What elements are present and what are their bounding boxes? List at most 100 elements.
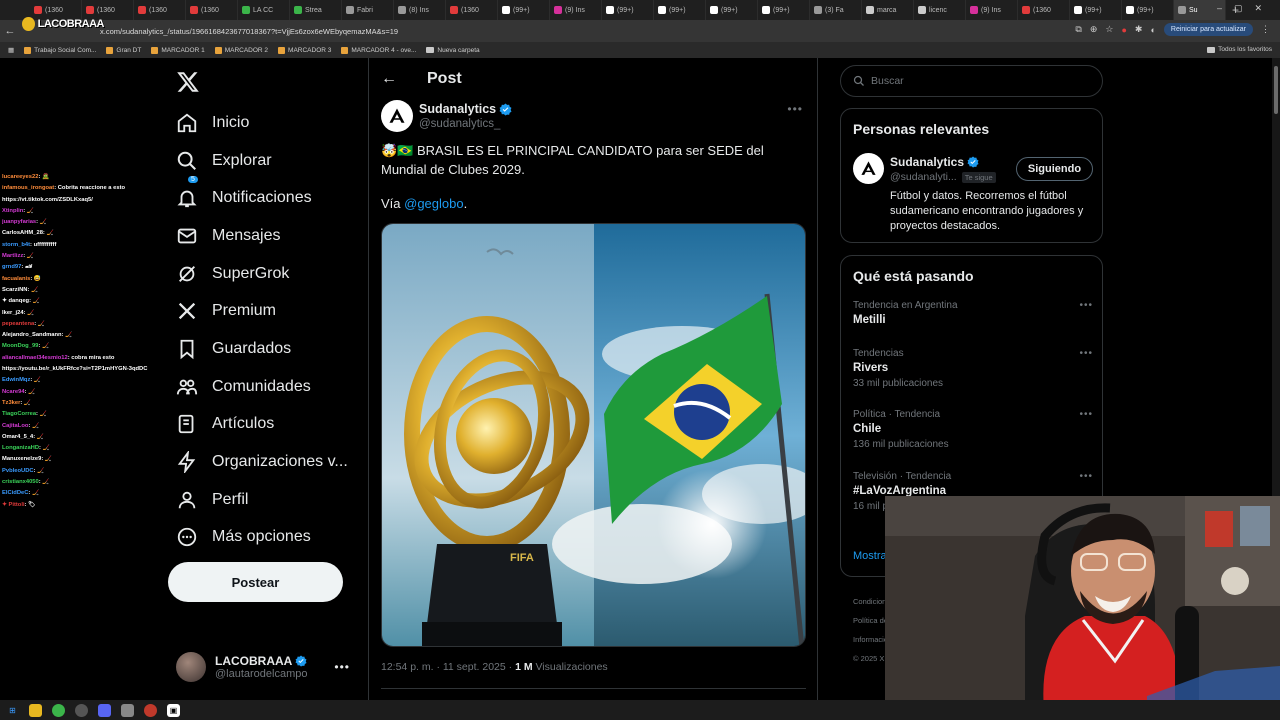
trend-more-icon[interactable]: ••• [1079, 348, 1093, 359]
bookmark-label: MARCADOR 2 [224, 46, 269, 54]
streaming-app-icon[interactable]: ▣ [167, 703, 180, 717]
trend-more-icon[interactable]: ••• [1079, 409, 1093, 420]
browser-tab[interactable]: Strea [290, 0, 342, 20]
bookmark-item[interactable]: MARCADOR 3 [278, 46, 331, 54]
browser-tab[interactable]: (99+) [1122, 0, 1174, 20]
browser-tab[interactable]: (1360 [446, 0, 498, 20]
browser-tab[interactable]: (9) Ins [966, 0, 1018, 20]
discord-icon[interactable] [98, 703, 111, 717]
nav-item-inicio[interactable]: Inicio [168, 104, 358, 142]
nav-item-guardados[interactable]: Guardados [168, 330, 358, 368]
trend-item[interactable]: Tendencia en Argentina Metilli ••• [853, 300, 1093, 326]
browser-tab[interactable]: (99+) [1070, 0, 1122, 20]
nav-item-notificaciones[interactable]: 5 Notificaciones [168, 176, 358, 217]
browser-tab[interactable]: marca [862, 0, 914, 20]
browser-tab[interactable]: (9) Ins [550, 0, 602, 20]
url-field[interactable]: x.com/sudanalytics_/status/1966168423677… [100, 27, 398, 36]
chat-username: grnd97 [2, 264, 22, 271]
browser-tab[interactable]: (99+) [654, 0, 706, 20]
browser-tab[interactable]: (99+) [758, 0, 810, 20]
profile-icon[interactable]: ◐ [1150, 25, 1155, 35]
author-name[interactable]: Sudanalytics [419, 102, 496, 116]
app-icon[interactable] [121, 703, 134, 717]
x-logo-icon[interactable] [176, 70, 200, 94]
browser-tab[interactable]: (8) Ins [394, 0, 446, 20]
bookmark-item[interactable]: Nueva carpeta [426, 47, 480, 54]
star-icon[interactable]: ☆ [1105, 24, 1113, 35]
author-avatar[interactable] [381, 100, 413, 132]
browser-tab[interactable]: LA CC [238, 0, 290, 20]
browser-tab[interactable]: licenc [914, 0, 966, 20]
bookmark-item[interactable]: MARCADOR 2 [214, 46, 269, 54]
browser-tab-label: (9) Ins [981, 6, 1001, 14]
bookmark-item[interactable]: MARCADOR 1 [151, 46, 205, 54]
tab-favicon-icon [1126, 6, 1134, 14]
browser-tab[interactable]: (99+) [498, 0, 550, 20]
post-media-image[interactable]: FIFA [381, 223, 806, 647]
tab-favicon-icon [502, 6, 510, 14]
trend-item[interactable]: Política · Tendencia Chile 136 mil publica… [853, 409, 1093, 450]
nav-item-mensajes[interactable]: Mensajes [168, 217, 358, 255]
nav-item-organizaciones-v[interactable]: Organizaciones v... [168, 443, 358, 481]
chat-text: : 🏒 [33, 467, 45, 474]
verified-badge-icon [295, 655, 307, 667]
author-handle[interactable]: @sudanalytics_ [419, 118, 512, 130]
trend-item[interactable]: Tendencias Rivers 33 mil publicaciones ••• [853, 348, 1093, 389]
windows-start-icon[interactable]: ⊞ [6, 704, 19, 717]
post-author[interactable]: Sudanalytics @sudanalytics_ [381, 100, 512, 132]
chrome-icon[interactable] [52, 703, 65, 717]
file-explorer-icon[interactable] [29, 703, 42, 717]
account-info: LACOBRAAA @lautarodelcampo [215, 654, 308, 680]
nav-item-label: Más opciones [212, 528, 311, 546]
browser-menu-icon[interactable]: ⋮ [1261, 24, 1270, 35]
zoom-icon[interactable]: ⊕ [1090, 24, 1098, 35]
chat-message: storm_b4t: uffffffffff [2, 240, 158, 251]
bookmark-item[interactable]: Trabajo Social Com... [24, 46, 96, 54]
nav-item-supergrok[interactable]: SuperGrok [168, 255, 358, 293]
notification-badge: 5 [188, 176, 198, 184]
relevant-person-name[interactable]: Sudanalytics [890, 155, 964, 169]
browser-tab[interactable]: Fabri [342, 0, 394, 20]
nav-item-premium[interactable]: Premium [168, 292, 358, 330]
tab-favicon-icon [1022, 6, 1030, 14]
following-button[interactable]: Siguiendo [1016, 157, 1093, 181]
back-arrow-icon[interactable]: ← [381, 70, 397, 88]
apps-icon[interactable]: ▦ [8, 46, 14, 54]
trend-more-icon[interactable]: ••• [1079, 300, 1093, 311]
post-timestamp[interactable]: 12:54 p. m. · 11 sept. 2025 · [381, 661, 515, 673]
views-count: 1 M [515, 661, 533, 673]
bookmark-item[interactable]: MARCADOR 4 - ove... [341, 46, 416, 54]
nav-item-más-opciones[interactable]: Más opciones [168, 519, 358, 557]
nav-item-explorar[interactable]: Explorar [168, 142, 358, 180]
install-icon[interactable]: ⧉ [1075, 24, 1081, 35]
recording-app-icon[interactable] [144, 703, 157, 717]
window-controls[interactable]: –▢✕ [1217, 3, 1274, 14]
relevant-person-avatar[interactable] [853, 153, 884, 184]
puzzle-icon[interactable]: ✱ [1135, 24, 1143, 35]
back-nav-icon[interactable]: ← [0, 25, 20, 37]
update-browser-button[interactable]: Reiniciar para actualizar [1163, 23, 1253, 36]
browser-tab[interactable]: (1360 [134, 0, 186, 20]
nav-item-perfil[interactable]: Perfil [168, 481, 358, 519]
bookmark-item[interactable]: Gran DT [106, 46, 141, 54]
extension-icon[interactable]: ● [1121, 25, 1126, 35]
search-input[interactable]: Buscar [840, 65, 1103, 97]
browser-tab[interactable]: (1360 [1018, 0, 1070, 20]
account-switcher[interactable]: LACOBRAAA @lautarodelcampo ••• [176, 650, 356, 684]
obs-icon[interactable] [75, 703, 88, 717]
more-dots-icon[interactable]: ••• [334, 660, 350, 674]
nav-item-artículos[interactable]: Artículos [168, 406, 358, 444]
chat-message: Iker_j24: 🏒 [2, 308, 158, 319]
nav-item-comunidades[interactable]: Comunidades [168, 368, 358, 406]
post-more-icon[interactable]: ••• [787, 102, 803, 116]
browser-tab[interactable]: (1360 [186, 0, 238, 20]
all-bookmarks[interactable]: Todos los favoritos [1207, 46, 1272, 53]
post-button[interactable]: Postear [168, 562, 343, 602]
browser-tab[interactable]: (99+) [706, 0, 758, 20]
browser-tab[interactable]: (3) Fa [810, 0, 862, 20]
trend-more-icon[interactable]: ••• [1079, 471, 1093, 482]
scrollbar-thumb[interactable] [1274, 66, 1278, 114]
browser-tab[interactable]: (99+) [602, 0, 654, 20]
browser-tab-label: (99+) [617, 6, 634, 14]
via-link[interactable]: @geglobo [404, 196, 463, 211]
